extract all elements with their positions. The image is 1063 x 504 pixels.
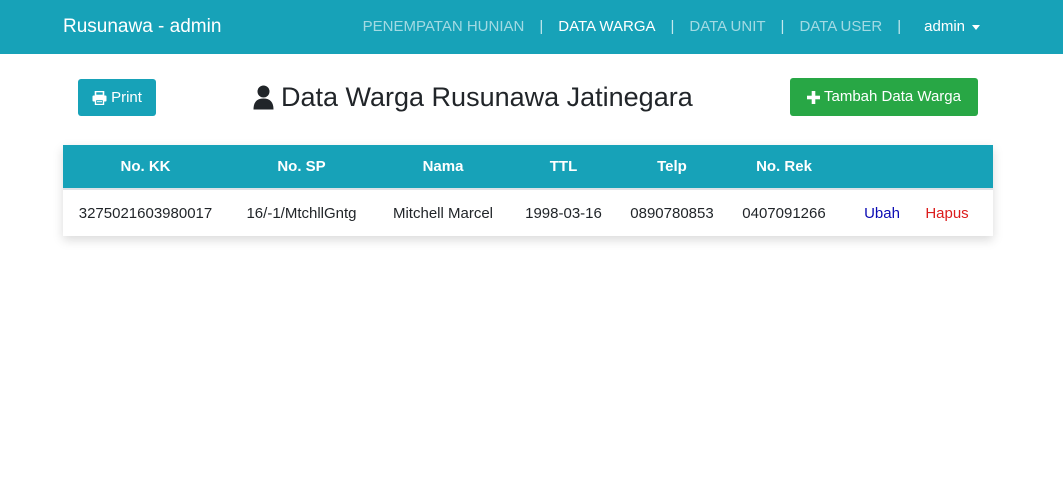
print-button[interactable]: Print bbox=[78, 79, 156, 116]
cell-nama: Mitchell Marcel bbox=[392, 204, 494, 222]
table-row: 3275021603980017 16/-1/MtchllGntg Mitche… bbox=[63, 190, 993, 236]
caret-down-icon bbox=[972, 25, 980, 30]
page-title-text: Data Warga Rusunawa Jatinegara bbox=[281, 82, 693, 112]
print-button-label: Print bbox=[111, 88, 142, 106]
nav-separator: | bbox=[897, 18, 902, 35]
cell-telp: 0890780853 bbox=[630, 204, 714, 222]
cell-delete: Hapus bbox=[908, 190, 986, 236]
column-header-no-rek: No. Rek bbox=[756, 158, 812, 175]
user-menu-dropdown[interactable]: admin bbox=[924, 17, 980, 37]
nav-separator: | bbox=[539, 18, 544, 35]
warga-table: No. KK No. SP Nama TTL Telp No. Rek 3275… bbox=[63, 145, 993, 236]
column-header-actions bbox=[840, 145, 993, 188]
page-title: Data Warga Rusunawa Jatinegara bbox=[253, 80, 693, 114]
nav-link-data-unit[interactable]: DATA UNIT bbox=[689, 17, 765, 37]
printer-icon bbox=[92, 90, 107, 105]
column-header-telp: Telp bbox=[657, 158, 687, 175]
column-header-no-sp: No. SP bbox=[277, 158, 326, 175]
column-header-nama: Nama bbox=[422, 158, 464, 175]
nav-link-data-warga[interactable]: DATA WARGA bbox=[558, 17, 655, 37]
edit-link[interactable]: Ubah bbox=[864, 205, 900, 222]
column-header-ttl: TTL bbox=[549, 158, 578, 175]
delete-link[interactable]: Hapus bbox=[925, 205, 968, 222]
navbar-brand[interactable]: Rusunawa - admin bbox=[63, 15, 221, 39]
nav-separator: | bbox=[780, 18, 785, 35]
cell-no-kk: 3275021603980017 bbox=[78, 204, 213, 222]
table-header: No. KK No. SP Nama TTL Telp No. Rek bbox=[63, 145, 993, 190]
nav-link-penempatan-hunian[interactable]: PENEMPATAN HUNIAN bbox=[363, 17, 525, 37]
add-data-warga-button[interactable]: Tambah Data Warga bbox=[790, 78, 978, 116]
add-button-label: Tambah Data Warga bbox=[823, 88, 961, 105]
nav-separator: | bbox=[670, 18, 675, 35]
nav-link-data-user[interactable]: DATA USER bbox=[799, 17, 882, 37]
user-menu-label: admin bbox=[924, 18, 965, 35]
column-header-no-kk: No. KK bbox=[120, 158, 171, 175]
plus-icon bbox=[806, 90, 820, 104]
navbar: Rusunawa - admin PENEMPATAN HUNIAN | DAT… bbox=[0, 0, 1063, 54]
cell-ttl: 1998-03-16 bbox=[525, 204, 602, 222]
nav-menu: PENEMPATAN HUNIAN | DATA WARGA | DATA UN… bbox=[363, 17, 980, 37]
user-icon bbox=[253, 85, 274, 109]
cell-no-sp: 16/-1/MtchllGntg bbox=[246, 204, 357, 222]
cell-no-rek: 0407091266 bbox=[742, 204, 826, 222]
